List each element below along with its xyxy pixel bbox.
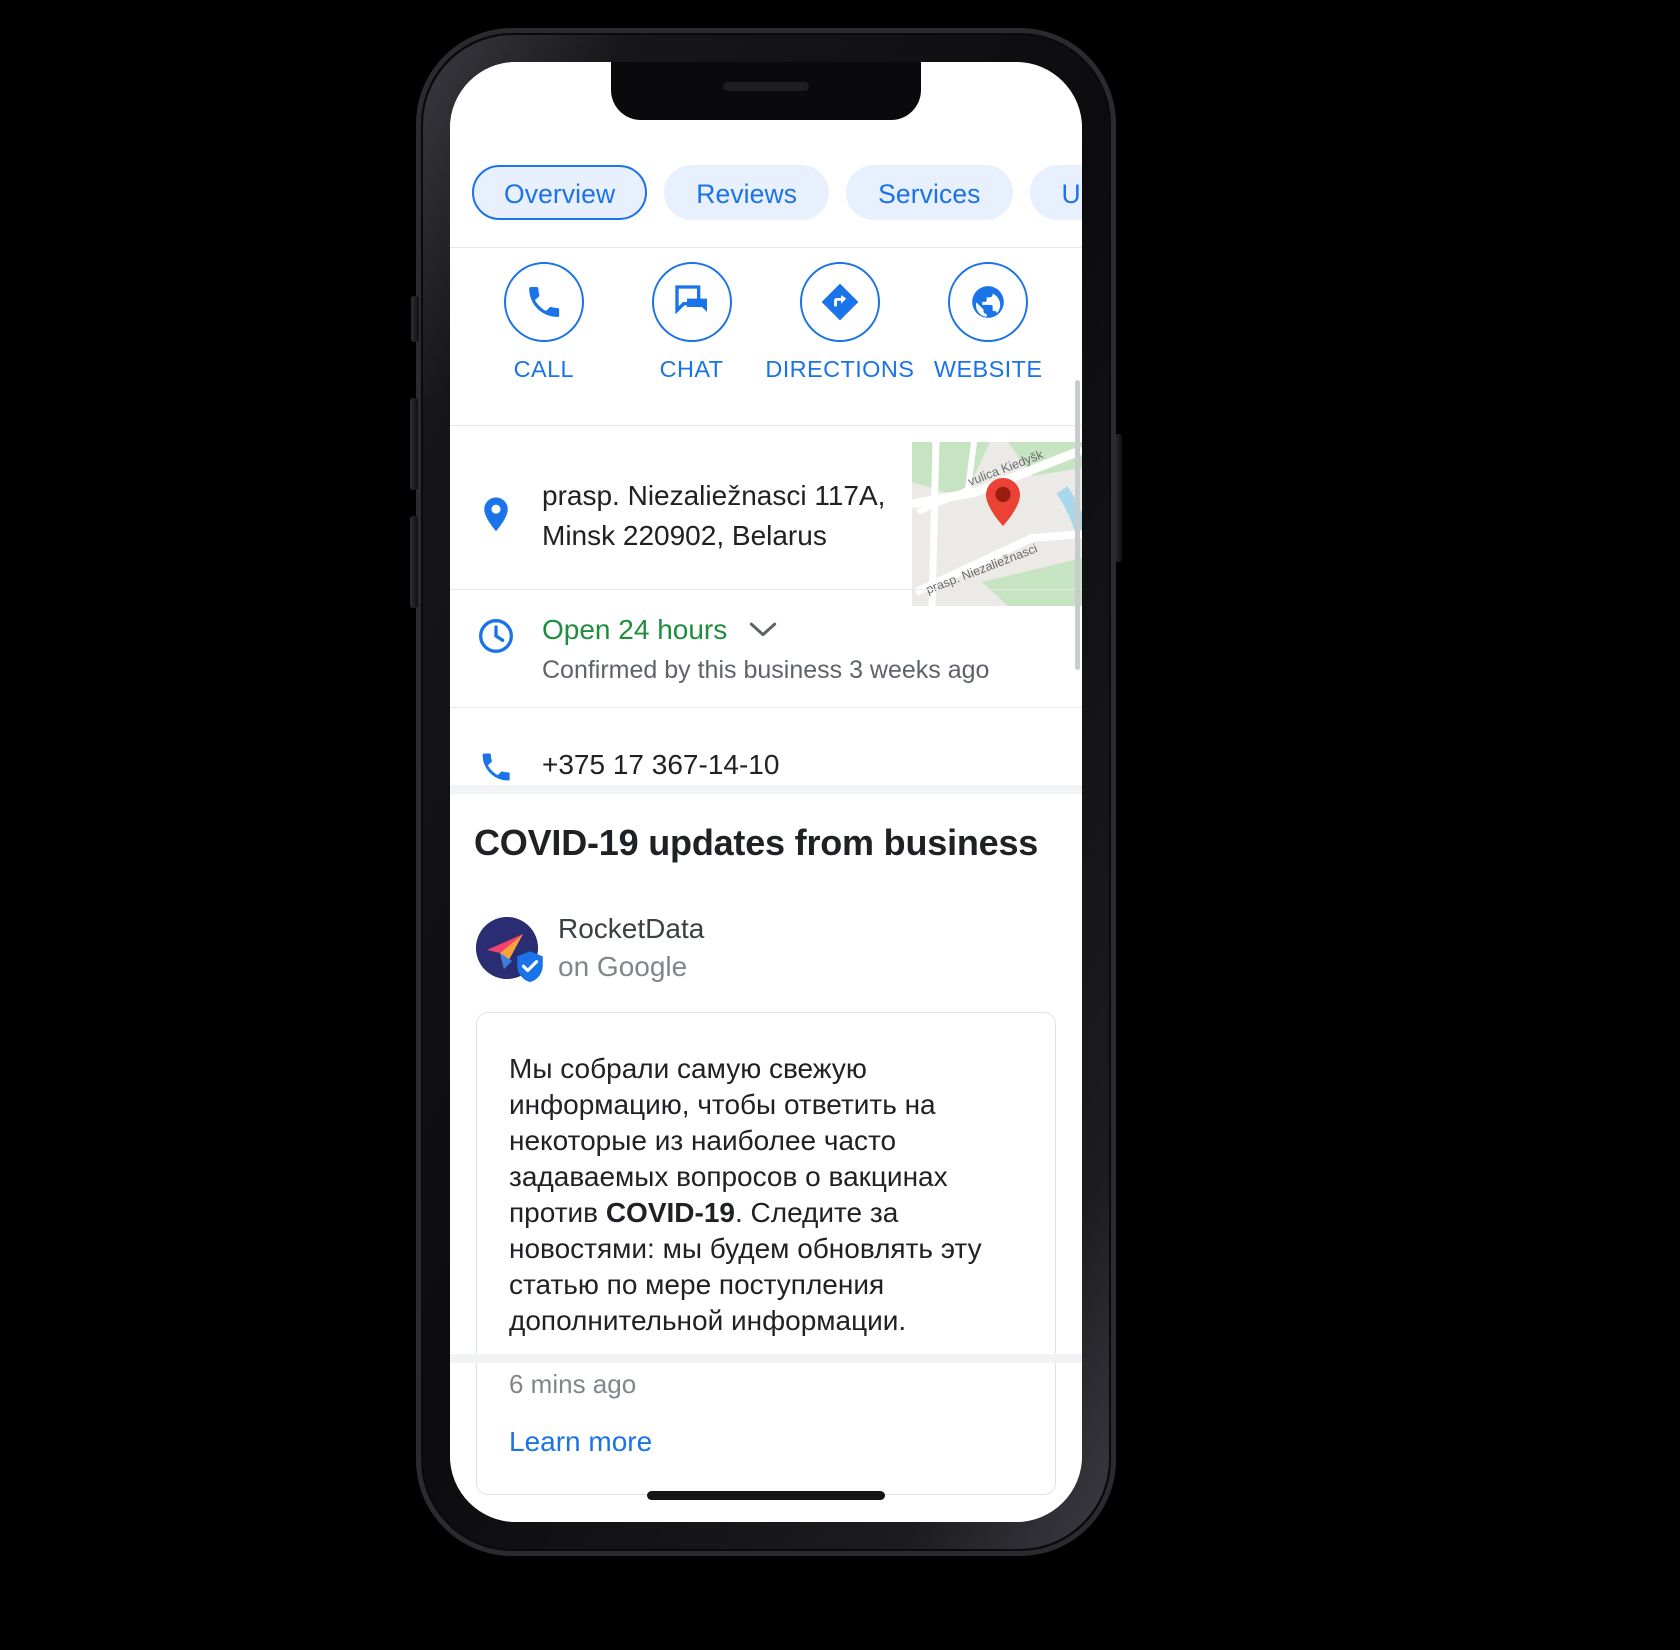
call-button[interactable]: CALL [470, 256, 618, 416]
tab-reviews[interactable]: Reviews [664, 164, 830, 220]
address-line-2: Minsk 220902, Belarus [542, 520, 827, 551]
tab-updates[interactable]: Updates [1029, 164, 1082, 220]
volume-down-button[interactable] [410, 516, 418, 608]
directions-button-circle [799, 262, 880, 342]
chat-icon [674, 285, 707, 315]
phone-icon [529, 287, 560, 317]
divider-below-tabs [450, 247, 1082, 248]
hours-status-line[interactable]: Open 24 hours [542, 612, 1082, 646]
author-source: on Google [558, 951, 688, 982]
chat-button[interactable]: CHAT [618, 256, 766, 416]
business-profile-page: Overview Reviews Services Updates CA [450, 62, 1082, 1522]
tab-services[interactable]: Services [846, 164, 1013, 220]
action-button-row: CALL CHAT DIRECTIONS WEBSITE [450, 256, 1082, 416]
hours-row[interactable]: Open 24 hours Confirmed by this business… [450, 612, 1082, 696]
address-line-1: prasp. Niezaliežnasci 117A, [542, 480, 886, 511]
hours-status: Open 24 hours [542, 614, 728, 645]
phone-icon [482, 753, 510, 781]
section-divider-covid [450, 785, 1082, 794]
covid-post-card[interactable]: Мы собрали самую свежую информацию, чтоб… [476, 1012, 1056, 1495]
notch [611, 62, 921, 120]
website-button-label: WEBSITE [933, 356, 1043, 382]
post-author[interactable]: RocketData on Google [476, 910, 704, 986]
globe-icon [972, 286, 1004, 318]
covid-section-heading: COVID-19 updates from business [474, 822, 1039, 863]
volume-up-button[interactable] [410, 398, 418, 490]
map-thumbnail[interactable]: vulica Kiedyšk prasp. Niezaliežnasci [912, 442, 1082, 606]
hours-confirmed-text: Confirmed by this business 3 weeks ago [542, 656, 990, 684]
chat-button-label: CHAT [659, 356, 724, 382]
tab-overview[interactable]: Overview [472, 164, 648, 220]
address-icon-cell [450, 492, 542, 540]
location-pin-icon [484, 497, 508, 532]
power-button[interactable] [1114, 434, 1122, 562]
section-divider-bottom [450, 1354, 1082, 1363]
author-text-block: RocketData on Google [558, 910, 704, 986]
tab-bar[interactable]: Overview Reviews Services Updates [450, 154, 1082, 230]
phone-screen: Overview Reviews Services Updates CA [450, 62, 1082, 1522]
mute-switch[interactable] [411, 296, 419, 342]
phone-icon-cell [450, 745, 542, 785]
phone-frame: Overview Reviews Services Updates CA [410, 28, 1122, 1556]
website-button-circle [948, 262, 1029, 342]
avatar-wrap [476, 917, 543, 983]
post-text-bold: COVID-19 [605, 1197, 735, 1228]
home-indicator[interactable] [647, 1491, 885, 1500]
call-button-circle [503, 262, 584, 342]
hours-text-cell: Open 24 hours Confirmed by this business… [542, 612, 1082, 685]
call-button-label: CALL [513, 356, 575, 382]
post-timestamp: 6 mins ago [509, 1369, 637, 1399]
phone-text-cell: +375 17 367-14-10 [542, 749, 1082, 781]
learn-more-link[interactable]: Learn more [509, 1426, 1023, 1458]
website-button[interactable]: WEBSITE [914, 256, 1062, 416]
divider-above-address [450, 425, 1082, 426]
earpiece-speaker [723, 82, 809, 91]
directions-button-label: DIRECTIONS [765, 356, 915, 382]
divider-above-phone [450, 707, 1082, 708]
map-image: vulica Kiedyšk prasp. Niezaliežnasci [912, 442, 1082, 606]
verified-shield-icon [517, 951, 543, 983]
screenshot-stage: Overview Reviews Services Updates CA [0, 0, 1680, 1650]
hours-icon-cell [450, 612, 542, 656]
directions-icon [821, 283, 859, 321]
author-name: RocketData [558, 913, 705, 944]
chevron-down-icon[interactable] [749, 621, 777, 639]
directions-button[interactable]: DIRECTIONS [765, 256, 914, 416]
chat-button-circle [651, 262, 732, 342]
divider-above-hours [450, 589, 1082, 590]
vertical-scrollbar[interactable] [1075, 380, 1080, 670]
post-body-text: Мы собрали самую свежую информацию, чтоб… [509, 1051, 1023, 1339]
clock-icon [479, 619, 513, 653]
phone-number: +375 17 367-14-10 [542, 749, 780, 780]
